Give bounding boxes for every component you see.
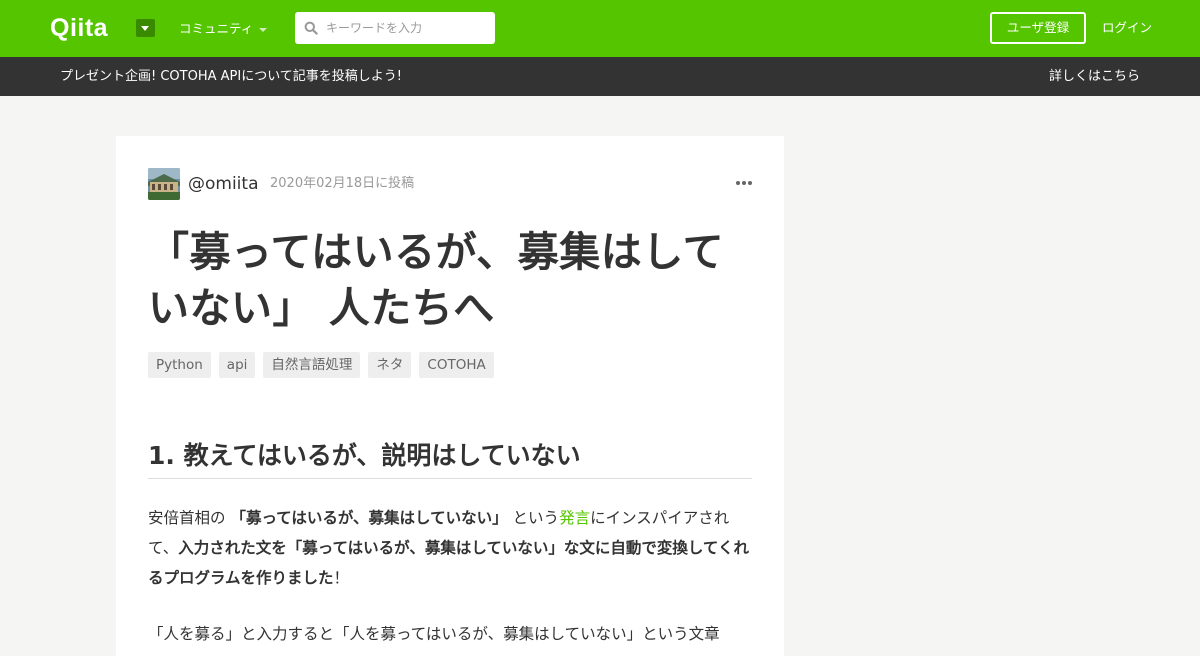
avatar-image — [148, 168, 180, 200]
article-paragraph: 安倍首相の 「募ってはいるが、募集はしていない」 という発言にインスパイアされて… — [148, 503, 754, 593]
article-title-line1: 「募ってはいるが、募集はして — [148, 228, 725, 276]
community-menu[interactable]: コミュニティ — [179, 21, 253, 37]
announcement-details-link[interactable]: 詳しくはこちら — [1049, 68, 1140, 85]
paragraph-bold-quote: 「募ってはいるが、募集はしていない」 — [230, 509, 508, 527]
top-navbar: Qiita コミュニティ ユーザ登録 ログイン — [0, 0, 1200, 57]
avatar[interactable] — [148, 168, 180, 200]
tag-neta[interactable]: ネタ — [368, 352, 412, 378]
article-title: 「募ってはいるが、募集はして いない」 人たちへ — [148, 224, 758, 336]
paragraph-text: 安倍首相の — [148, 509, 226, 527]
tag-api[interactable]: api — [218, 352, 256, 378]
search-input[interactable] — [326, 12, 486, 44]
paragraph-bold-summary: 入力された文を「募ってはいるが、募集はしていない」な文に自動で変換してくれるプロ… — [148, 539, 749, 587]
tag-nlp[interactable]: 自然言語処理 — [263, 352, 361, 378]
paragraph-text: ！ — [333, 569, 350, 587]
announcement-bar: プレゼント企画! COTOHA APIについて記事を投稿しよう! 詳しくはこちら — [0, 57, 1200, 96]
search-icon — [304, 21, 318, 35]
login-link[interactable]: ログイン — [1102, 20, 1152, 36]
logo-menu-caret-icon[interactable] — [136, 19, 155, 37]
author-name[interactable]: @omiita — [188, 174, 259, 194]
chevron-down-icon[interactable] — [259, 28, 267, 32]
tag-list: Python api 自然言語処理 ネタ COTOHA — [148, 352, 494, 378]
post-date: 2020年02月18日に投稿 — [270, 176, 415, 191]
signup-button[interactable]: ユーザ登録 — [990, 12, 1086, 44]
article-paragraph-2: 「人を募る」と入力すると「人を募ってはいるが、募集はしていない」という文章 — [148, 625, 720, 643]
announcement-text[interactable]: プレゼント企画! COTOHA APIについて記事を投稿しよう! — [60, 68, 402, 85]
search-box[interactable] — [295, 12, 495, 44]
more-options-icon[interactable] — [736, 180, 752, 186]
paragraph-text: という — [512, 509, 560, 527]
statement-link[interactable]: 発言 — [559, 509, 590, 527]
section-heading: 1. 教えてはいるが、説明はしていない — [148, 439, 752, 479]
qiita-logo[interactable]: Qiita — [50, 14, 108, 42]
tag-python[interactable]: Python — [148, 352, 211, 378]
article-title-line2: いない」 人たちへ — [148, 284, 495, 332]
article-card: @omiita 2020年02月18日に投稿 「募ってはいるが、募集はして いな… — [116, 136, 784, 656]
tag-cotoha[interactable]: COTOHA — [419, 352, 494, 378]
